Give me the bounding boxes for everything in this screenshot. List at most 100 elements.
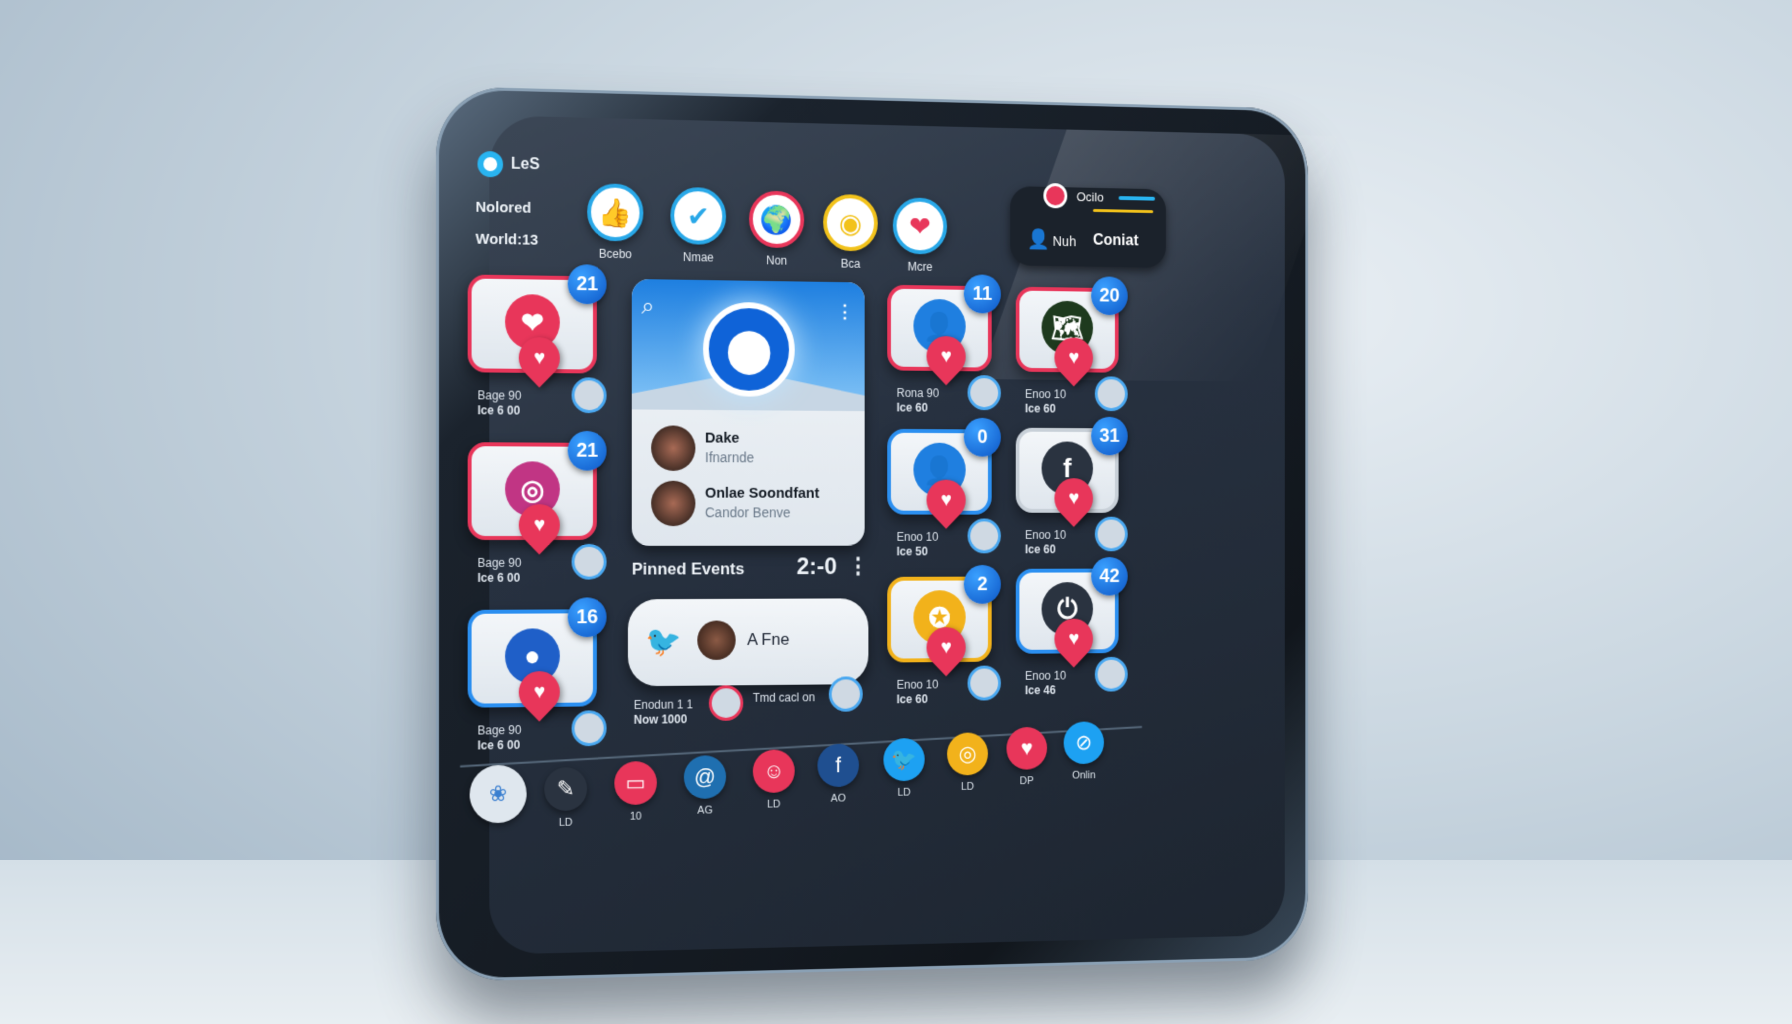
thumbs-up-icon: 👍 — [598, 196, 632, 229]
message-icon: ▭ — [626, 770, 646, 796]
contact-row[interactable]: Dake Ifnarnde — [651, 425, 861, 475]
caption-line: Ice 46 — [1025, 683, 1066, 698]
dock-label: DP — [999, 775, 1054, 787]
action-button[interactable] — [829, 676, 863, 711]
screen: LeS Nolored World:13 Ocilo 👤 Nuh Coniat … — [489, 115, 1285, 954]
avatar — [651, 425, 695, 471]
message-text: A Fne — [747, 630, 789, 650]
ring-icon: ◎ — [959, 741, 977, 766]
top-right-panel: Ocilo 👤 Nuh Coniat — [1010, 186, 1166, 268]
pinned-caption-right: Tmd cacl on — [753, 690, 815, 705]
at-icon: @ — [694, 764, 715, 790]
toggle-button[interactable] — [1095, 376, 1128, 411]
caption-line: Ice 6 00 — [477, 403, 521, 418]
search-icon[interactable]: ⌕ — [641, 293, 654, 321]
dock-home-button[interactable]: ❀ — [470, 765, 527, 824]
toggle-button[interactable] — [572, 544, 607, 580]
contact-row[interactable]: Onlae Soondfant Candor Benve — [651, 481, 861, 530]
dock-label: 10 — [607, 810, 665, 823]
more-icon[interactable]: ⋮ — [836, 302, 853, 323]
caption-line: Enoo 10 — [1025, 387, 1066, 402]
dock-label: AO — [810, 792, 867, 805]
location-pin-icon[interactable]: ⬤ — [703, 302, 795, 397]
heart-icon: ❤ — [909, 210, 931, 242]
caption-line: Bage 90 — [477, 556, 521, 571]
dock-message-button[interactable]: ▭ — [614, 761, 657, 805]
heart-icon: ♥ — [1068, 347, 1079, 369]
card-caption: Enoo 10 Ice 46 — [1025, 669, 1066, 698]
caption-line: Ice 60 — [897, 401, 939, 416]
notification-icon[interactable] — [1043, 183, 1067, 209]
toggle-button[interactable] — [1095, 517, 1128, 552]
reaction-nmae[interactable]: ✔ — [670, 187, 726, 245]
dock-at-button[interactable]: @ — [684, 755, 726, 799]
progress-bar — [1119, 196, 1155, 201]
reaction-bcebo[interactable]: 👍 — [587, 183, 643, 241]
pinned-more-icon[interactable]: ⋮ — [848, 553, 869, 578]
toggle-button[interactable] — [1095, 657, 1128, 692]
heart-icon: ♥ — [534, 681, 546, 704]
dock-facebook-button[interactable]: f — [817, 744, 859, 788]
bird-icon: ♥ — [1021, 736, 1033, 761]
card-caption: Enoo 10 Ice 50 — [897, 530, 939, 559]
count-badge: 2 — [964, 565, 1001, 604]
app-name: LeS — [511, 156, 540, 175]
user-icon: 👤 — [1027, 227, 1050, 252]
dock-label: LD — [536, 816, 595, 829]
logo-icon — [477, 151, 503, 177]
panel-title: Ocilo — [1077, 189, 1104, 204]
card-caption: Rona 90 Ice 60 — [897, 386, 939, 415]
toggle-button[interactable] — [968, 666, 1001, 701]
reaction-mcre[interactable]: ❤ — [893, 197, 947, 254]
reaction-label: Bca — [817, 256, 883, 271]
reaction-non[interactable]: 🌍 — [749, 190, 804, 248]
heart-icon: ♥ — [534, 514, 546, 537]
avatar — [651, 481, 695, 526]
pinned-message[interactable]: 🐦 A Fne — [628, 598, 868, 686]
dock-emoji-button[interactable]: ☺ — [753, 749, 795, 793]
dock-twitter-button[interactable]: 🐦 — [883, 738, 924, 781]
progress-bar-secondary — [1093, 209, 1153, 213]
dock-compass-button[interactable]: ⊘ — [1064, 721, 1104, 764]
home-icon: ❀ — [489, 781, 507, 807]
toggle-button[interactable] — [572, 377, 607, 413]
card-caption: Bage 90 Ice 6 00 — [477, 723, 521, 753]
check-icon: ✔ — [687, 199, 710, 232]
contact-name: Dake — [705, 430, 739, 447]
reply-button[interactable] — [709, 685, 743, 721]
toggle-button[interactable] — [968, 518, 1001, 553]
heart-icon: ♥ — [941, 345, 952, 367]
reaction-bca[interactable]: ◉ — [823, 194, 878, 252]
card-caption: Bage 90 Ice 6 00 — [477, 556, 521, 586]
caption-line: Ice 60 — [1025, 402, 1066, 417]
pinned-caption: Enodun 1 1 Now 1000 — [634, 698, 693, 728]
twitter-icon: 🐦 — [645, 625, 681, 660]
dock-ring-button[interactable]: ◎ — [947, 732, 988, 775]
caption-line: Ice 60 — [1025, 543, 1066, 558]
contact-button[interactable]: Coniat — [1093, 232, 1138, 250]
app-logo[interactable]: LeS — [477, 151, 539, 178]
dock-bird-button[interactable]: ♥ — [1006, 727, 1047, 770]
heart-icon: ♥ — [534, 347, 546, 370]
card-caption: Enoo 10 Ice 60 — [897, 678, 939, 708]
count-badge: 0 — [964, 418, 1001, 457]
dock-label: AG — [676, 804, 734, 817]
caption-line: Bage 90 — [477, 388, 521, 403]
toggle-button[interactable] — [968, 375, 1001, 410]
header-status: World:13 — [476, 231, 539, 249]
toggle-button[interactable] — [572, 710, 607, 746]
caption-line: Enoo 10 — [897, 530, 939, 545]
tablet-device: LeS Nolored World:13 Ocilo 👤 Nuh Coniat … — [436, 86, 1308, 982]
dock-pen-button[interactable]: ✎ — [544, 767, 587, 811]
camera-icon: ◉ — [839, 206, 862, 239]
globe-icon: 🌍 — [760, 203, 793, 236]
contact-card[interactable]: ⌕ ⋮ ⬤ Dake Ifnarnde Onlae Soondfant Candor … — [632, 279, 865, 546]
caption-line: Rona 90 — [897, 386, 939, 401]
reaction-label: Non — [743, 253, 810, 268]
count-badge: 31 — [1091, 417, 1128, 456]
count-badge: 20 — [1091, 276, 1128, 315]
twitter-icon: 🐦 — [891, 747, 917, 773]
caption-line: Enoo 10 — [1025, 528, 1066, 542]
caption-line: Ice 60 — [897, 692, 939, 707]
compass-icon: ⊘ — [1075, 730, 1092, 755]
